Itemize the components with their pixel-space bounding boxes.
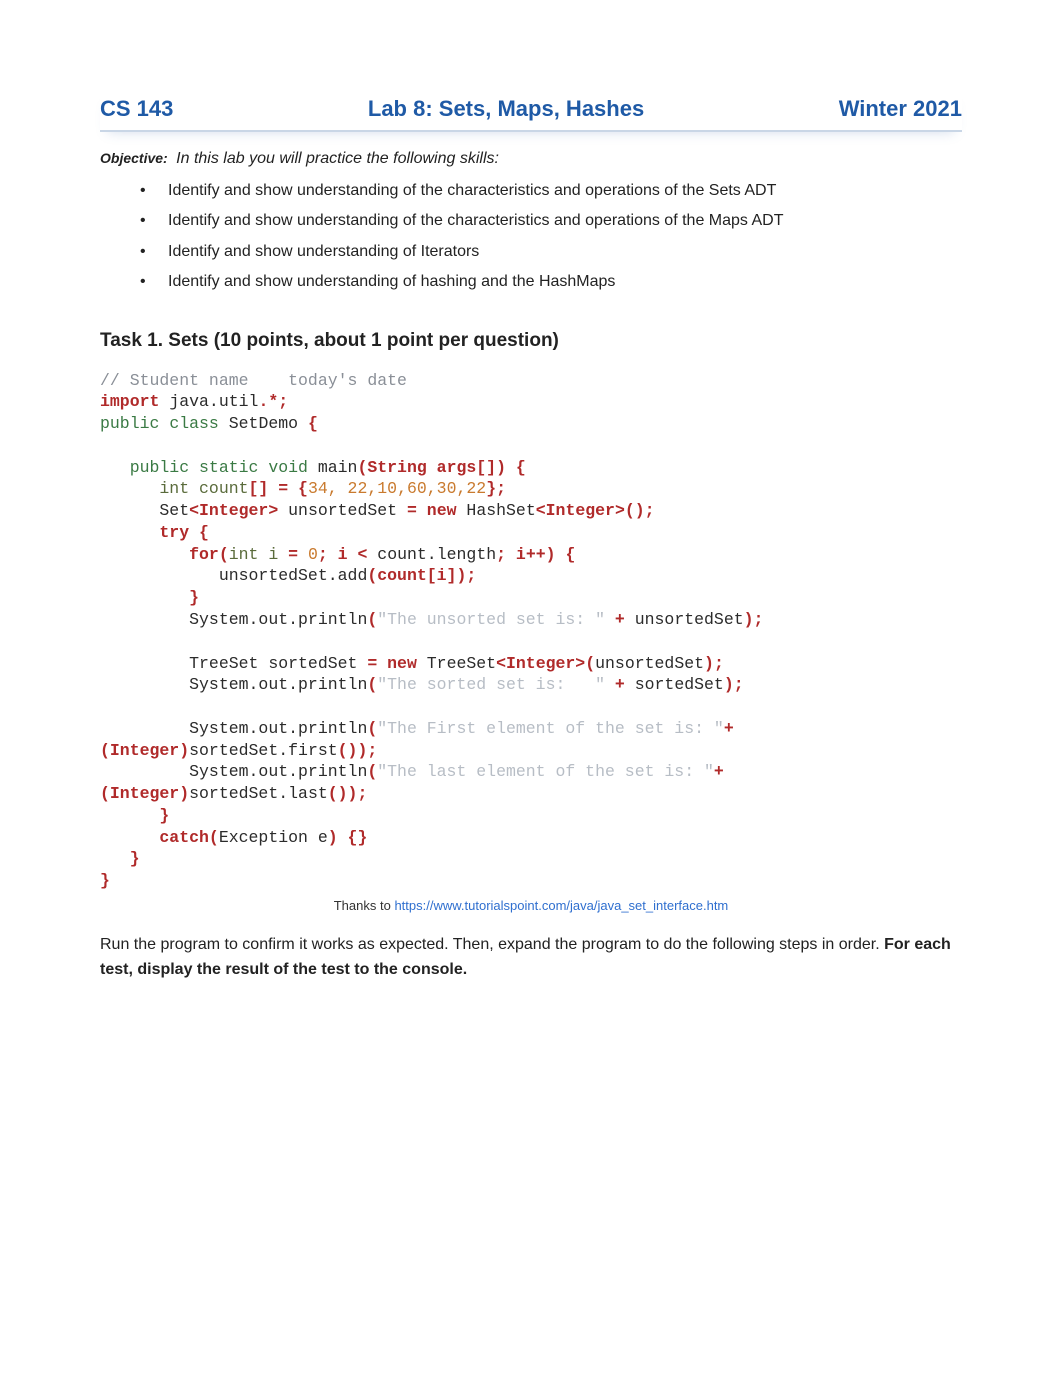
code-text: count.length <box>377 545 496 564</box>
code-comment: // Student name today's date <box>100 371 407 390</box>
code-text: int i <box>229 545 288 564</box>
kw: public static void <box>100 458 308 477</box>
list-item: Identify and show understanding of Itera… <box>140 237 962 267</box>
list-item: Identify and show understanding of the c… <box>140 176 962 206</box>
punct: <Integer>(); <box>536 501 655 520</box>
objective-line: Objective: In this lab you will practice… <box>100 150 962 168</box>
punct: (count[i]); <box>367 566 476 585</box>
kw: class <box>159 414 218 433</box>
code-text: sortedSet.last <box>189 784 328 803</box>
punct: <Integer>( <box>496 654 595 673</box>
punct: ); <box>704 654 724 673</box>
lab-title: Lab 8: Sets, Maps, Hashes <box>368 96 644 122</box>
code-text: System.out.println <box>100 762 367 781</box>
punct: ) {} <box>328 828 368 847</box>
code-text: HashSet <box>457 501 536 520</box>
code-text: Exception e <box>219 828 328 847</box>
kw: new <box>387 654 417 673</box>
thanks-prefix: Thanks to <box>334 898 395 913</box>
code-str: "The First element of the set is: " <box>377 719 724 738</box>
punct: (Integer) <box>100 784 189 803</box>
punct: } <box>100 588 199 607</box>
punct: ( <box>367 719 377 738</box>
code-text: System.out.println <box>100 719 367 738</box>
code-text: main <box>308 458 358 477</box>
code-text: SetDemo <box>219 414 308 433</box>
punct: ); <box>724 675 744 694</box>
term: Winter 2021 <box>839 96 962 122</box>
run-instructions: Run the program to confirm it works as e… <box>100 933 962 983</box>
punct: ( <box>367 675 377 694</box>
punct: } <box>100 849 140 868</box>
code-block: // Student name today's date import java… <box>100 370 962 892</box>
code-num: 0 <box>308 545 318 564</box>
punct: (Integer) <box>100 741 189 760</box>
kw: public <box>100 414 159 433</box>
punct: } <box>100 871 110 890</box>
code-text: System.out.println <box>100 610 367 629</box>
code-text: TreeSet sortedSet <box>100 654 367 673</box>
code-str: "The unsorted set is: " <box>377 610 605 629</box>
punct: }; <box>486 479 506 498</box>
punct: = <box>288 545 308 564</box>
kw: for( <box>100 545 229 564</box>
punct: } <box>100 806 169 825</box>
code-text: java.util <box>159 392 258 411</box>
punct: <Integer> <box>189 501 278 520</box>
punct: + <box>724 719 734 738</box>
punct: ( <box>367 762 377 781</box>
punct: ()); <box>338 741 378 760</box>
punct: + <box>605 675 635 694</box>
punct: ; i <box>496 545 526 564</box>
objective-text: In this lab you will practice the follow… <box>176 150 499 167</box>
code-text: TreeSet <box>417 654 496 673</box>
code-num: 34, 22,10,60,30,22 <box>308 479 486 498</box>
punct: (String args[]) { <box>357 458 525 477</box>
code-text: int count <box>100 479 249 498</box>
punct: + <box>714 762 724 781</box>
kw: new <box>427 501 457 520</box>
objective-label: Objective: <box>100 150 168 166</box>
thanks-link[interactable]: https://www.tutorialspoint.com/java/java… <box>394 898 728 913</box>
punct: [] = { <box>249 479 308 498</box>
list-item: Identify and show understanding of the c… <box>140 206 962 236</box>
course-code: CS 143 <box>100 96 173 122</box>
header-bar: CS 143 Lab 8: Sets, Maps, Hashes Winter … <box>100 90 962 132</box>
punct: = <box>407 501 427 520</box>
punct: ( <box>367 610 377 629</box>
document-page: CS 143 Lab 8: Sets, Maps, Hashes Winter … <box>0 0 1062 1023</box>
code-text: sortedSet.first <box>189 741 338 760</box>
objective-bullets: Identify and show understanding of the c… <box>100 176 962 298</box>
code-text: System.out.println <box>100 675 367 694</box>
punct: + <box>605 610 635 629</box>
kw: import <box>100 392 159 411</box>
punct: ); <box>744 610 764 629</box>
attribution: Thanks to https://www.tutorialspoint.com… <box>100 898 962 913</box>
run-text: Run the program to confirm it works as e… <box>100 936 884 953</box>
code-str: "The last element of the set is: " <box>377 762 714 781</box>
list-item: Identify and show understanding of hashi… <box>140 267 962 297</box>
code-text: unsortedSet <box>635 610 744 629</box>
code-text: unsortedSet <box>278 501 407 520</box>
task-heading: Task 1. Sets (10 points, about 1 point p… <box>100 330 962 352</box>
code-text: Set <box>100 501 189 520</box>
punct: { <box>308 414 318 433</box>
code-str: "The sorted set is: " <box>377 675 605 694</box>
punct: .*; <box>258 392 288 411</box>
code-text: unsortedSet <box>595 654 704 673</box>
punct: < <box>357 545 377 564</box>
punct: ; i <box>318 545 358 564</box>
code-text: sortedSet <box>635 675 724 694</box>
code-text: unsortedSet.add <box>100 566 367 585</box>
kw: try { <box>100 523 209 542</box>
punct: ++) { <box>526 545 576 564</box>
punct: = <box>367 654 387 673</box>
punct: ()); <box>328 784 368 803</box>
kw: catch( <box>100 828 219 847</box>
